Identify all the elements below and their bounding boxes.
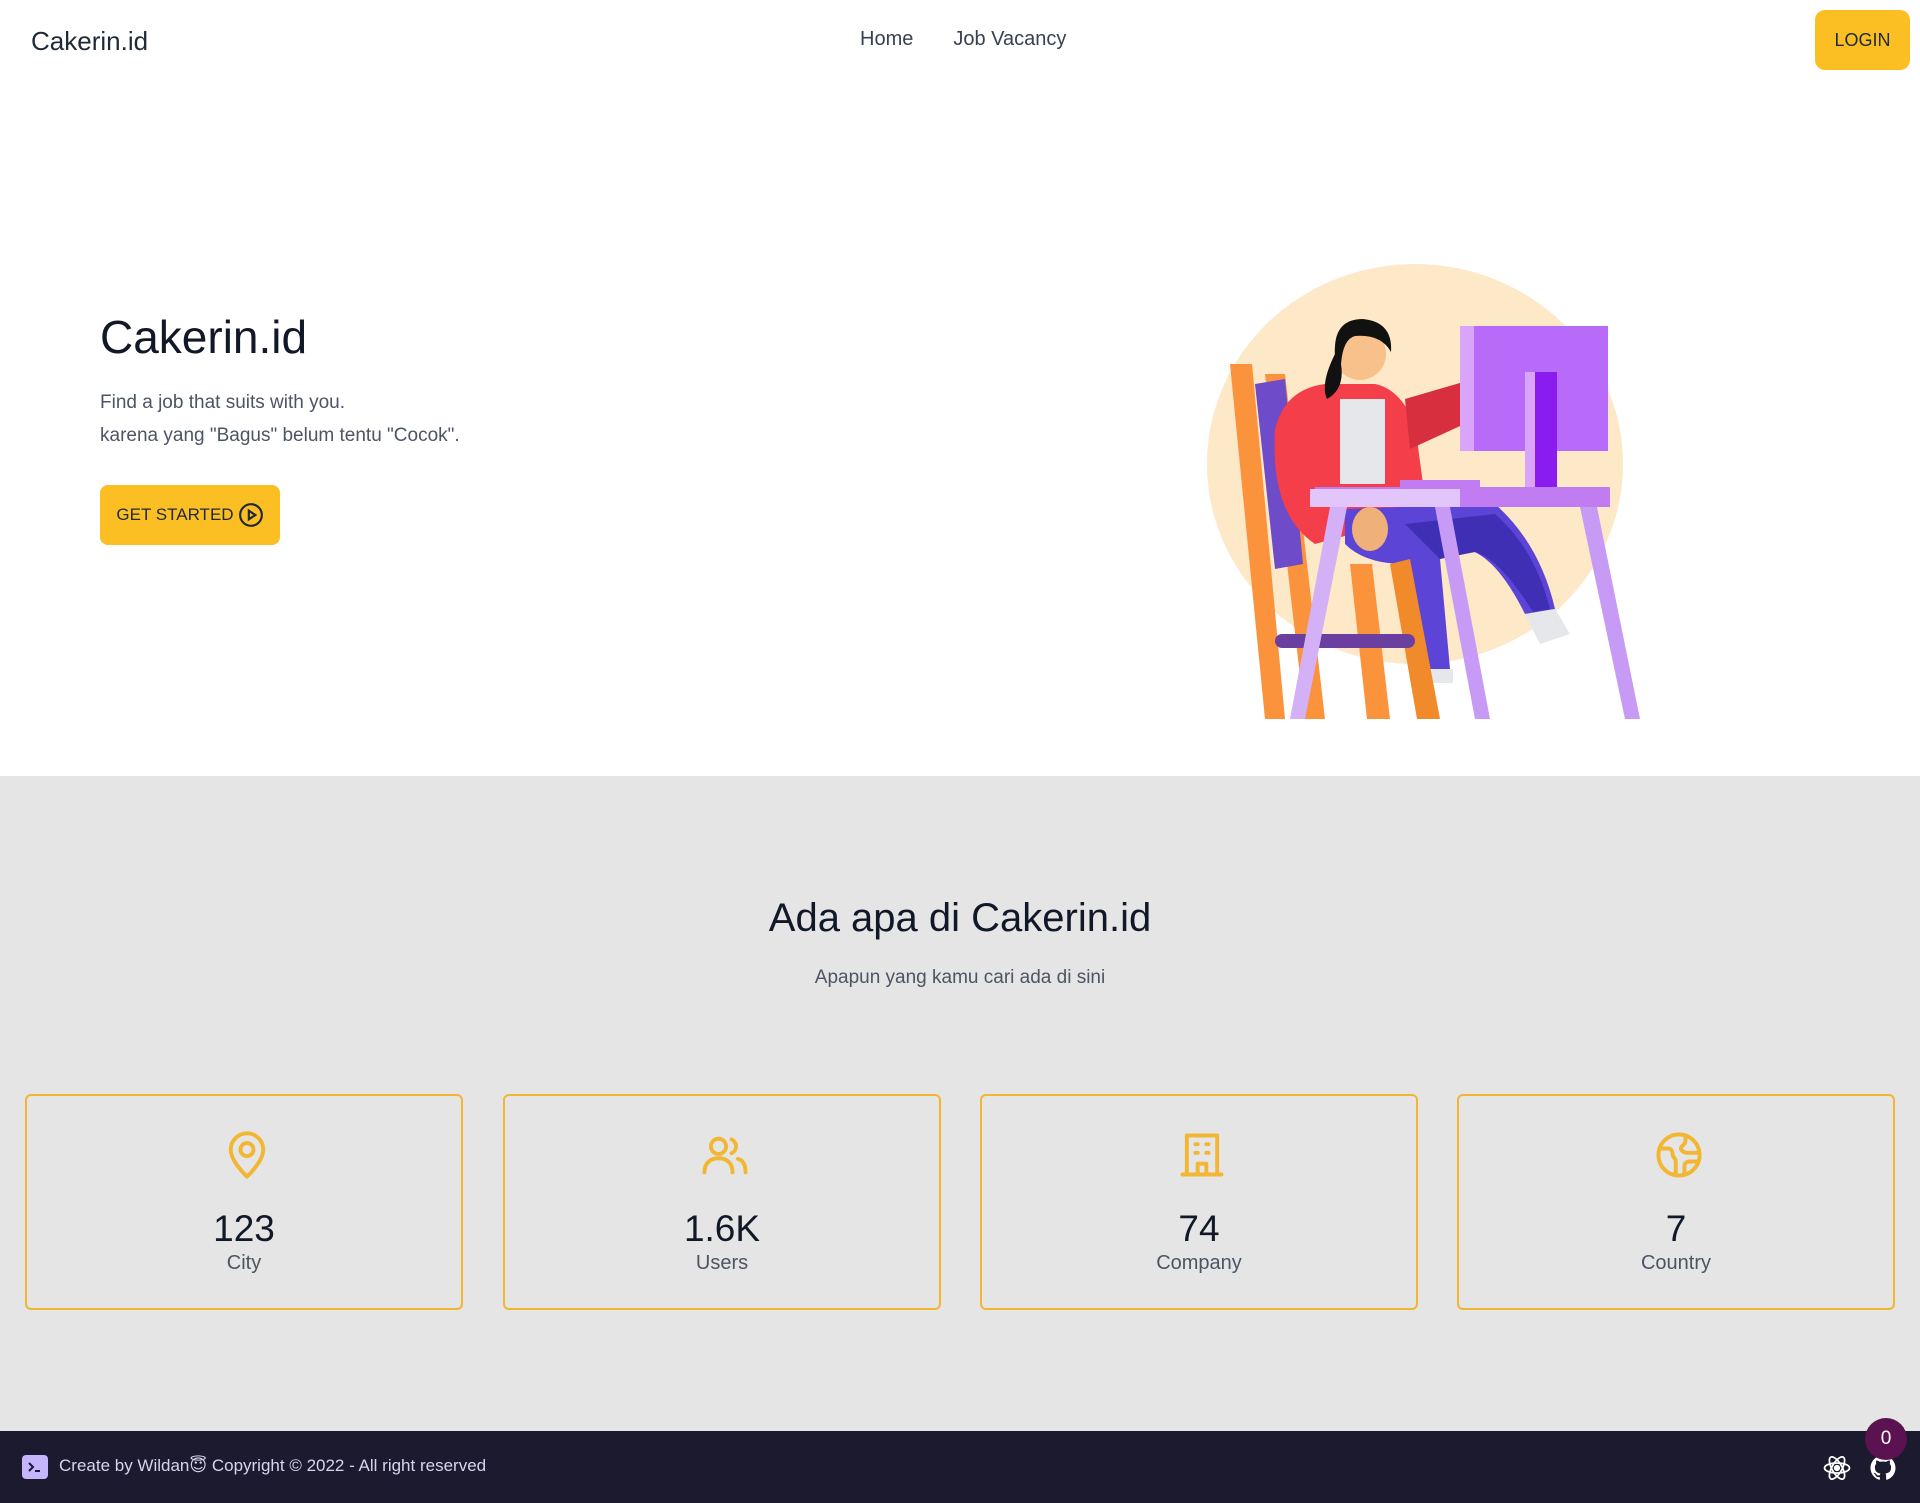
stat-label: Users bbox=[695, 1252, 749, 1274]
footer-copyright: Create by Wildan😇 Copyright © 2022 - All… bbox=[59, 1456, 487, 1475]
stat-value: 74 bbox=[1178, 1208, 1220, 1249]
stat-card-country: 7 Country bbox=[1457, 1094, 1895, 1310]
brand-logo[interactable]: Cakerin.id bbox=[31, 26, 148, 57]
nav-link-job-vacancy[interactable]: Job Vacancy bbox=[953, 28, 1066, 51]
nav-link-home[interactable]: Home bbox=[860, 28, 913, 51]
terminal-icon bbox=[22, 1455, 48, 1479]
hero-title: Cakerin.id bbox=[100, 311, 308, 363]
stat-card-company: 74 Company bbox=[980, 1094, 1418, 1310]
stat-card-city: 123 City bbox=[25, 1094, 463, 1310]
hero-subtitle-line-1: Find a job that suits with you. bbox=[100, 392, 346, 413]
navbar: Cakerin.id Home Job Vacancy LOGIN bbox=[0, 0, 1920, 84]
hero-section: Cakerin.id Find a job that suits with yo… bbox=[0, 84, 1920, 776]
woman-at-computer-desk-illustration bbox=[1207, 264, 1640, 719]
location-pin-icon bbox=[228, 1131, 266, 1179]
globe-icon bbox=[1656, 1132, 1702, 1178]
nav-links: Home Job Vacancy bbox=[860, 28, 1066, 51]
stat-value: 1.6K bbox=[683, 1208, 761, 1249]
notification-badge[interactable]: 0 bbox=[1865, 1418, 1907, 1460]
stat-value: 123 bbox=[213, 1208, 275, 1249]
users-icon bbox=[702, 1136, 748, 1175]
stats-section: Ada apa di Cakerin.id Apapun yang kamu c… bbox=[0, 776, 1920, 1431]
stats-title: Ada apa di Cakerin.id bbox=[768, 896, 1152, 940]
stat-label: Company bbox=[1156, 1252, 1242, 1274]
get-started-label: GET STARTED bbox=[116, 505, 234, 524]
login-button[interactable]: LOGIN bbox=[1815, 10, 1910, 70]
hero-subtitle: Find a job that suits with you. karena y… bbox=[100, 386, 460, 452]
get-started-button[interactable]: GET STARTED bbox=[100, 485, 280, 545]
building-icon bbox=[1180, 1133, 1224, 1177]
stat-label: Country bbox=[1640, 1252, 1712, 1274]
stat-value: 7 bbox=[1665, 1208, 1687, 1249]
hero-subtitle-line-2: karena yang "Bagus" belum tentu "Cocok". bbox=[100, 425, 460, 446]
play-circle-icon bbox=[238, 503, 263, 527]
stat-card-users: 1.6K Users bbox=[503, 1094, 941, 1310]
stat-label: City bbox=[226, 1252, 262, 1274]
react-icon[interactable] bbox=[1822, 1453, 1852, 1483]
footer: Create by Wildan😇 Copyright © 2022 - All… bbox=[0, 1431, 1920, 1503]
stats-subtitle: Apapun yang kamu cari ada di sini bbox=[814, 967, 1106, 988]
